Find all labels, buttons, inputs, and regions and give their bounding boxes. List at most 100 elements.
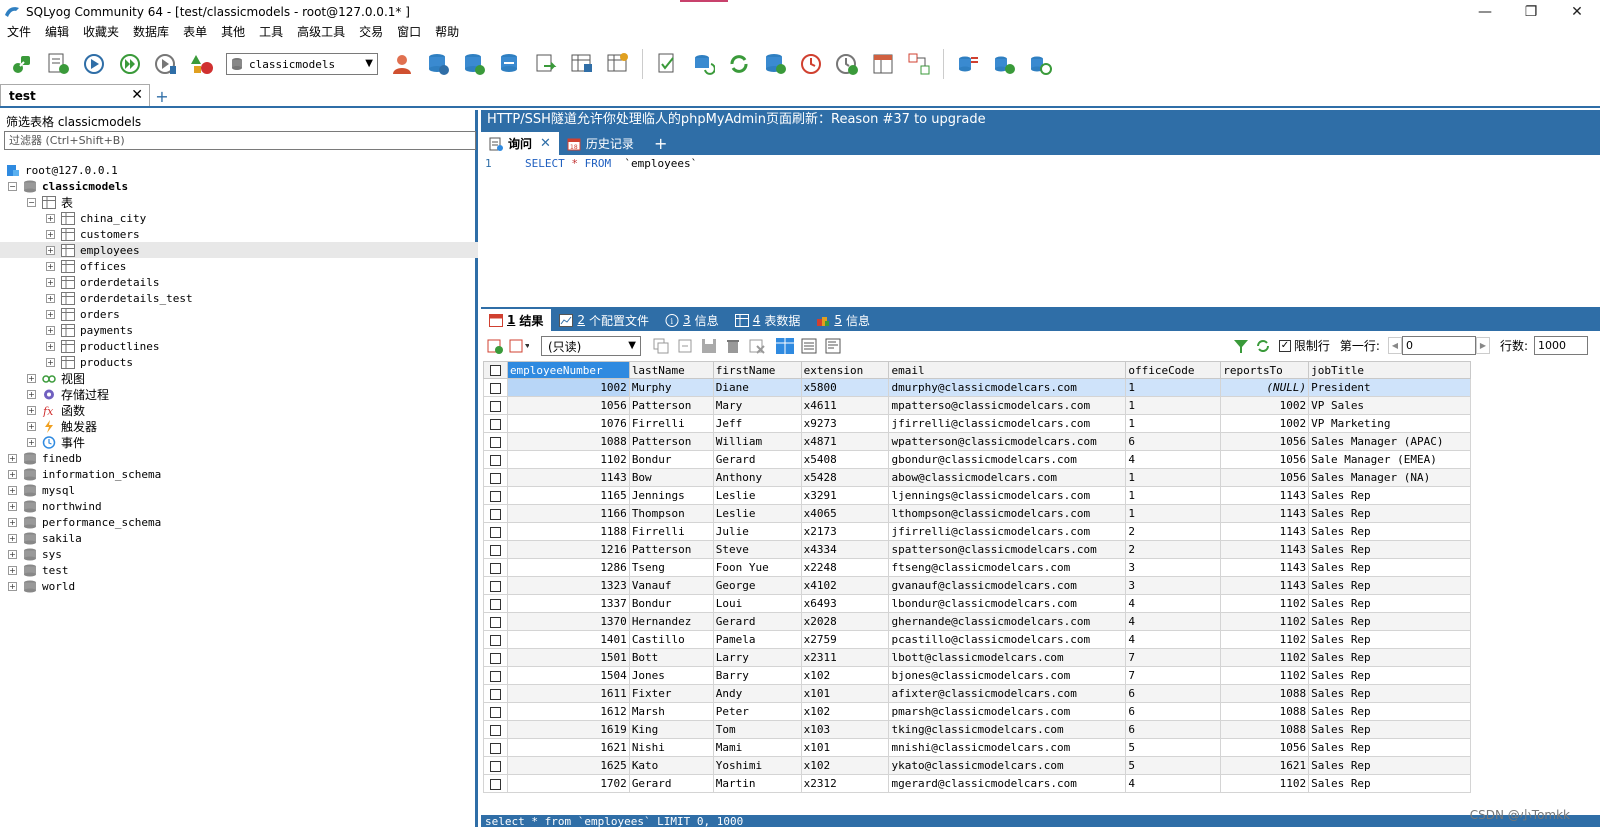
table-cell[interactable]: 1702 [506,774,630,793]
table-cell[interactable]: Bondur [628,594,714,613]
table-cell[interactable]: Hernandez [628,612,714,631]
execute-edit-icon[interactable] [148,46,184,82]
table-cell[interactable]: Pamela [712,630,802,649]
table-cell[interactable]: Mary [712,396,802,415]
tree-db-mysql[interactable]: + mysql [8,482,486,498]
table-cell[interactable]: Loui [712,594,802,613]
text-view-icon[interactable] [823,337,843,355]
scheduler-clock-icon[interactable] [793,46,829,82]
table-row[interactable]: 1612 Marsh Peter x102 pmarsh@classicmodelcar… [483,702,1471,721]
table-row[interactable]: 1143 Bow Anthony x5428 abow@classicmodelcars… [483,468,1471,487]
table-row[interactable]: 1002 Murphy Diane x5800 dmurphy@classicmodel… [483,378,1471,397]
connection-tab-test[interactable]: test ✕ [0,84,150,106]
table-cell[interactable]: jfirrelli@classicmodelcars.com [888,522,1127,541]
menu-database[interactable]: 数据库 [126,23,176,42]
table-cell[interactable]: Gerard [712,612,802,631]
table-cell[interactable]: President [1308,378,1471,397]
table-cell[interactable]: x9273 [800,414,890,433]
table-row[interactable]: 1102 Bondur Gerard x5408 gbondur@classicmode… [483,450,1471,469]
table-cell[interactable]: x2759 [800,630,890,649]
table-cell[interactable]: 1056 [1220,468,1310,487]
column-header[interactable]: officeCode [1125,361,1222,379]
sql-editor[interactable]: 1 SELECT * FROM `employees` [481,155,1600,303]
table-cell[interactable]: 1 [1125,414,1222,433]
table-cell[interactable]: Gerard [712,450,802,469]
table-cell[interactable]: abow@classicmodelcars.com [888,468,1127,487]
row-checkbox[interactable] [483,720,508,739]
table-cell[interactable]: x5408 [800,450,890,469]
table-cell[interactable]: 1612 [506,702,630,721]
table-cell[interactable]: Peter [712,702,802,721]
table-cell[interactable]: Barry [712,666,802,685]
table-cell[interactable]: 1088 [1220,702,1310,721]
table-cell[interactable]: x2028 [800,612,890,631]
table-cell[interactable]: gbondur@classicmodelcars.com [888,450,1127,469]
add-row-icon[interactable] [485,337,505,355]
table-cell[interactable]: 1337 [506,594,630,613]
column-header[interactable]: employeeNumber [506,361,630,379]
menu-edit[interactable]: 编辑 [38,23,76,42]
row-checkbox[interactable] [483,522,508,541]
table-cell[interactable]: pcastillo@classicmodelcars.com [888,630,1127,649]
table-cell[interactable]: 1188 [506,522,630,541]
table-cell[interactable]: Diane [712,378,802,397]
table-cell[interactable]: ykato@classicmodelcars.com [888,756,1127,775]
table-cell[interactable]: 1165 [506,486,630,505]
query-builder-icon[interactable] [649,46,685,82]
table-cell[interactable]: x101 [800,684,890,703]
table-cell[interactable]: x103 [800,720,890,739]
table-cell[interactable]: lthompson@classicmodelcars.com [888,504,1127,523]
user-manager-icon[interactable] [384,46,420,82]
expand-icon[interactable]: + [46,325,55,335]
table-cell[interactable]: King [628,720,714,739]
table-row[interactable]: 1188 Firrelli Julie x2173 jfirrelli@classicm… [483,522,1471,541]
table-cell[interactable]: Patterson [628,396,714,415]
menu-window[interactable]: 窗口 [390,23,428,42]
table-cell[interactable]: afixter@classicmodelcars.com [888,684,1127,703]
expand-icon[interactable]: + [8,485,17,495]
table-cell[interactable]: 7 [1125,666,1222,685]
execute-all-icon[interactable] [112,46,148,82]
expand-icon[interactable]: + [46,357,55,367]
tree-db-performance-schema[interactable]: + performance_schema [8,514,486,530]
table-cell[interactable]: 1 [1125,468,1222,487]
tree-table-orderdetails[interactable]: + orderdetails [46,274,524,290]
table-cell[interactable]: 1002 [1220,396,1310,415]
table-cell[interactable]: 1 [1125,378,1222,397]
tree-db-classicmodels[interactable]: − classicmodels [8,178,486,194]
tree-db-northwind[interactable]: + northwind [8,498,486,514]
schema-compare-icon[interactable] [901,46,937,82]
table-cell[interactable]: gvanauf@classicmodelcars.com [888,576,1127,595]
column-header[interactable]: lastName [628,361,714,379]
table-cell[interactable]: 1143 [1220,504,1310,523]
tree-db-finedb[interactable]: + finedb [8,450,486,466]
table-cell[interactable]: 1611 [506,684,630,703]
tree-folder-tables[interactable]: − 表 [27,194,505,210]
table-row[interactable]: 1337 Bondur Loui x6493 lbondur@classicmodelc… [483,594,1471,613]
form-view-icon[interactable] [799,337,819,355]
table-cell[interactable]: ljennings@classicmodelcars.com [888,486,1127,505]
copy-row-icon[interactable] [651,337,671,355]
prev-page-button[interactable]: ◀ [1387,337,1402,354]
table-cell[interactable]: 1002 [506,378,630,397]
table-cell[interactable]: dmurphy@classicmodelcars.com [888,378,1127,397]
table-cell[interactable]: 1143 [1220,522,1310,541]
tree-db-world[interactable]: + world [8,578,486,594]
table-cell[interactable]: Martin [712,774,802,793]
table-row[interactable]: 1702 Gerard Martin x2312 mgerard@classicmode… [483,774,1471,793]
table-cell[interactable]: Bott [628,648,714,667]
table-cell[interactable]: spatterson@classicmodelcars.com [888,540,1127,559]
table-cell[interactable]: Sales Rep [1308,738,1471,757]
table-cell[interactable]: lbondur@classicmodelcars.com [888,594,1127,613]
schema-designer-icon[interactable] [600,46,636,82]
table-cell[interactable]: 1102 [1220,594,1310,613]
row-checkbox[interactable] [483,414,508,433]
table-cell[interactable]: x101 [800,738,890,757]
table-cell[interactable]: bjones@classicmodelcars.com [888,666,1127,685]
tree-table-orderdetails-test[interactable]: + orderdetails_test [46,290,524,306]
table-cell[interactable]: x4102 [800,576,890,595]
new-query-icon[interactable] [40,46,76,82]
expand-icon[interactable]: + [46,229,55,239]
layout-grid-icon[interactable] [865,46,901,82]
table-cell[interactable]: Anthony [712,468,802,487]
